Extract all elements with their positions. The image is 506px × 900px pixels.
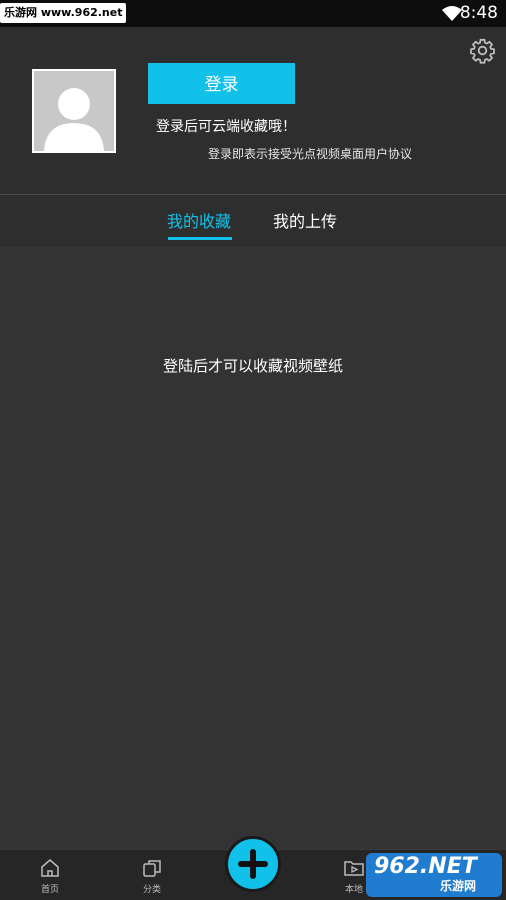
watermark-top: 乐游网 www.962.net [0, 3, 127, 23]
tab-my-uploads[interactable]: 我的上传 [273, 211, 337, 233]
tab-my-favorites[interactable]: 我的收藏 [167, 211, 231, 233]
nav-home-label: 首页 [40, 885, 59, 895]
nav-category[interactable]: 分类 [122, 856, 182, 895]
watermark-bottom: 962.NET 乐游网 [366, 853, 502, 897]
status-time: 8:48 [459, 3, 498, 23]
gear-icon[interactable] [469, 37, 496, 64]
status-bar: 乐游网 www.962.net 8:48 [0, 0, 506, 27]
tabs: 我的收藏 我的上传 [0, 195, 506, 247]
favorites-content: 登陆后才可以收藏视频壁纸 [0, 247, 506, 849]
nav-category-label: 分类 [142, 885, 161, 895]
plus-icon [238, 849, 268, 879]
home-icon [41, 859, 59, 877]
profile-section: 登录 登录后可云端收藏哦！ 登录即表示接受光点视频桌面用户协议 [0, 27, 506, 194]
active-tab-indicator [168, 237, 232, 240]
login-hint: 登录后可云端收藏哦！ [156, 119, 296, 135]
add-button[interactable] [225, 836, 281, 892]
login-button[interactable]: 登录 [148, 63, 295, 104]
user-agreement-link[interactable]: 登录即表示接受光点视频桌面用户协议 [208, 145, 412, 162]
nav-home[interactable]: 首页 [20, 856, 80, 895]
screen: 乐游网 www.962.net 8:48 登录 登录后可云端收藏哦！ 登录即表示… [0, 0, 506, 900]
local-video-icon [344, 861, 364, 876]
watermark-sub: 乐游网 [440, 879, 477, 893]
category-icon [143, 860, 161, 877]
avatar[interactable] [32, 69, 116, 153]
watermark-main: 962.NET [374, 854, 477, 879]
default-avatar-icon [34, 71, 114, 151]
empty-message: 登陆后才可以收藏视频壁纸 [162, 357, 343, 375]
